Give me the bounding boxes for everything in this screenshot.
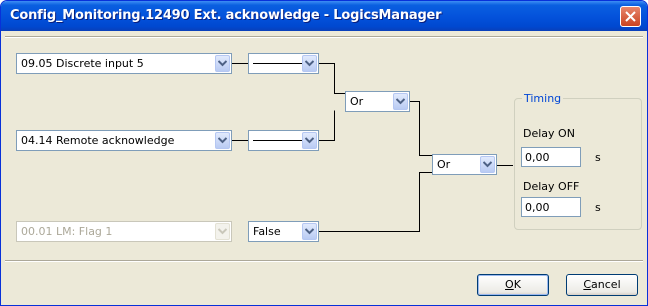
operator-2-value: Or bbox=[437, 158, 451, 171]
ok-button-label: K bbox=[513, 278, 521, 291]
delay-on-label: Delay ON bbox=[523, 127, 575, 140]
input-2-sign-line bbox=[253, 140, 303, 141]
delay-off-input[interactable]: 0,00 bbox=[521, 197, 581, 217]
input-1-sign-line bbox=[253, 63, 303, 64]
input-3-sign-select[interactable]: False bbox=[248, 221, 319, 242]
timing-group-title: Timing bbox=[522, 92, 564, 105]
dropdown-arrow-icon[interactable] bbox=[302, 132, 317, 149]
delay-off-label: Delay OFF bbox=[523, 180, 580, 193]
dropdown-arrow-icon[interactable] bbox=[215, 55, 230, 72]
dropdown-arrow-icon[interactable] bbox=[215, 132, 230, 149]
input-1-sign-select[interactable] bbox=[248, 53, 319, 74]
input-1-variable-value: 09.05 Discrete input 5 bbox=[21, 57, 144, 70]
ok-button[interactable]: OK bbox=[477, 274, 549, 296]
input-3-variable-value: 00.01 LM: Flag 1 bbox=[21, 225, 113, 238]
delay-on-value: 0,00 bbox=[525, 151, 550, 164]
dropdown-arrow-icon[interactable] bbox=[302, 223, 317, 240]
delay-off-value: 0,00 bbox=[525, 201, 550, 214]
cancel-button[interactable]: Cancel bbox=[566, 274, 638, 296]
operator-2-select[interactable]: Or bbox=[432, 154, 497, 175]
logicsmanager-dialog: Config_Monitoring.12490 Ext. acknowledge… bbox=[0, 0, 648, 306]
delay-on-input[interactable]: 0,00 bbox=[521, 147, 581, 167]
dropdown-arrow-icon[interactable] bbox=[480, 156, 495, 173]
delay-on-unit: s bbox=[595, 151, 601, 164]
input-2-sign-select[interactable] bbox=[248, 130, 319, 151]
dropdown-arrow-icon[interactable] bbox=[393, 93, 408, 110]
input-3-variable-select: 00.01 LM: Flag 1 bbox=[16, 221, 232, 242]
operator-1-value: Or bbox=[350, 95, 364, 108]
cancel-button-accel: C bbox=[583, 278, 592, 291]
operator-1-select[interactable]: Or bbox=[345, 91, 410, 112]
input-2-variable-value: 04.14 Remote acknowledge bbox=[21, 134, 175, 147]
cancel-button-label: ancel bbox=[591, 278, 621, 291]
delay-off-unit: s bbox=[595, 201, 601, 214]
input-1-variable-select[interactable]: 09.05 Discrete input 5 bbox=[16, 53, 232, 74]
ok-button-accel: O bbox=[505, 278, 514, 291]
dropdown-arrow-icon bbox=[215, 223, 230, 240]
dropdown-arrow-icon[interactable] bbox=[302, 55, 317, 72]
input-2-variable-select[interactable]: 04.14 Remote acknowledge bbox=[16, 130, 232, 151]
input-3-sign-value: False bbox=[253, 225, 281, 238]
